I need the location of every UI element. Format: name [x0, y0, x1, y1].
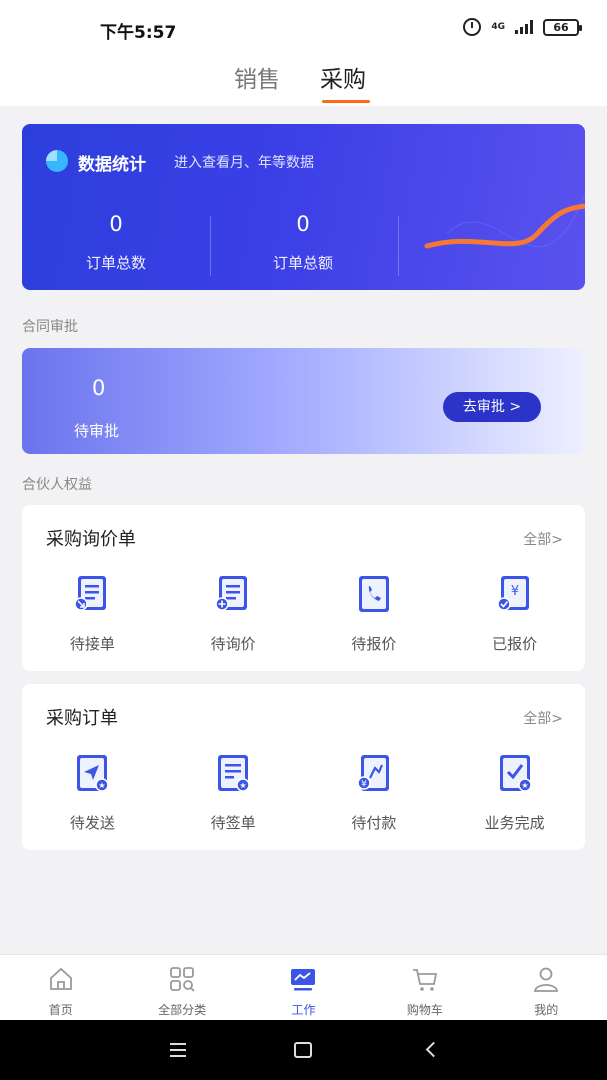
stat-label: 订单总数	[85, 254, 146, 272]
svg-text:★: ★	[99, 781, 106, 790]
grid-item-pending-inquiry[interactable]: 待询价	[163, 573, 304, 654]
trend-wave-decoration	[424, 194, 585, 249]
work-icon	[291, 969, 316, 991]
nav-label: 工作	[291, 1003, 316, 1017]
system-nav-bar	[0, 1020, 607, 1080]
stat-divider	[210, 216, 211, 276]
pending-inquiry-icon	[215, 576, 248, 611]
battery-icon: 66	[543, 18, 582, 36]
nav-item-home[interactable]: 首页	[0, 955, 121, 1020]
grid-item-pending-accept[interactable]: 待接单	[22, 573, 163, 654]
pending-pay-icon: ¥	[357, 755, 389, 791]
tab-purchase[interactable]: 采购	[320, 60, 366, 94]
grid-label: 待发送	[69, 814, 115, 832]
cart-icon	[412, 969, 437, 991]
nav-label: 购物车	[406, 1003, 443, 1017]
stats-title: 数据统计	[78, 155, 146, 175]
status-bar: 下午5:57 4G 66	[0, 0, 607, 52]
pending-accept-icon	[74, 576, 107, 611]
home-icon	[49, 967, 72, 990]
grid-item-pending-quote[interactable]: 待报价	[304, 573, 445, 654]
nav-label: 全部分类	[158, 1003, 207, 1017]
grid-label: 待接单	[69, 635, 115, 653]
svg-text:¥: ¥	[510, 584, 518, 599]
home-square-icon[interactable]	[294, 1042, 312, 1058]
quoted-icon: ¥	[496, 576, 529, 611]
grid-label: 待询价	[210, 635, 256, 653]
inquiry-grid: 待接单 待询价 待报价 ¥ 已报价	[22, 573, 585, 654]
bottom-nav: 首页 全部分类 工作 购物车 我的	[0, 954, 607, 1020]
orders-grid: ★ 待发送 ★ 待签单 ¥ 待付款 ★ 业务完成	[22, 752, 585, 833]
purchase-inquiry-card: 采购询价单 全部> 待接单 待询价 待报价 ¥ 已报价	[22, 505, 585, 671]
category-icon	[170, 967, 195, 992]
nav-label: 我的	[534, 1003, 559, 1017]
view-all-link[interactable]: 全部>	[523, 708, 563, 728]
nav-item-profile[interactable]: 我的	[486, 955, 607, 1020]
nav-label: 首页	[48, 1003, 73, 1017]
section-partner-label: 合伙人权益	[22, 477, 92, 493]
grid-label: 业务完成	[484, 814, 545, 832]
nav-item-work[interactable]: 工作	[243, 955, 364, 1020]
grid-item-quoted[interactable]: ¥ 已报价	[444, 573, 585, 654]
purchase-orders-card: 采购订单 全部> ★ 待发送 ★ 待签单 ¥ 待付款 ★ 业务完成	[22, 684, 585, 850]
card-title: 采购询价单	[46, 529, 136, 550]
nav-item-cart[interactable]: 购物车	[364, 955, 485, 1020]
approval-card[interactable]: 0 待审批 去审批 >	[22, 348, 585, 454]
menu-icon[interactable]	[170, 1043, 186, 1061]
svg-text:★: ★	[521, 781, 528, 790]
alarm-icon	[463, 18, 482, 36]
section-contract-label: 合同审批	[22, 319, 78, 335]
grid-item-pending-pay[interactable]: ¥ 待付款	[304, 752, 445, 833]
pending-approval-label: 待审批	[74, 422, 120, 440]
grid-item-completed[interactable]: ★ 业务完成	[444, 752, 585, 833]
stat-divider	[398, 216, 399, 276]
stat-value: 0	[296, 212, 310, 236]
grid-label: 已报价	[492, 635, 538, 653]
card-title: 采购订单	[46, 708, 118, 729]
grid-item-pending-send[interactable]: ★ 待发送	[22, 752, 163, 833]
status-time: 下午5:57	[100, 23, 177, 43]
grid-label: 待报价	[351, 635, 397, 653]
view-all-link[interactable]: 全部>	[523, 529, 563, 549]
grid-item-pending-sign[interactable]: ★ 待签单	[163, 752, 304, 833]
top-tabs: 销售 采购	[0, 52, 607, 106]
stat-order-amount[interactable]: 0 订单总额	[228, 212, 378, 273]
stat-value: 0	[109, 212, 123, 236]
stats-card[interactable]: 数据统计 进入查看月、年等数据 0 订单总数 0 订单总额	[22, 124, 585, 290]
signal-icon	[515, 20, 533, 34]
grid-label: 待付款	[351, 814, 397, 832]
tab-active-indicator	[322, 100, 370, 103]
svg-text:¥: ¥	[361, 780, 367, 790]
tab-sales[interactable]: 销售	[234, 60, 280, 94]
go-approve-button[interactable]: 去审批 >	[443, 392, 541, 422]
pending-approval-count: 0	[92, 376, 106, 400]
stat-order-count[interactable]: 0 订单总数	[41, 212, 191, 273]
pending-sign-icon: ★	[218, 755, 250, 792]
network-type: 4G	[491, 21, 505, 32]
pending-quote-icon	[358, 576, 389, 612]
pending-send-icon: ★	[77, 755, 110, 792]
svg-text:★: ★	[240, 781, 247, 790]
pie-chart-icon	[46, 150, 68, 172]
back-icon[interactable]	[425, 1041, 442, 1058]
stat-label: 订单总额	[272, 254, 333, 272]
profile-icon	[534, 967, 559, 992]
grid-label: 待签单	[210, 814, 256, 832]
status-icons: 4G 66	[463, 18, 582, 36]
stats-subtitle: 进入查看月、年等数据	[174, 155, 314, 171]
completed-icon: ★	[499, 755, 532, 792]
nav-item-categories[interactable]: 全部分类	[121, 955, 242, 1020]
